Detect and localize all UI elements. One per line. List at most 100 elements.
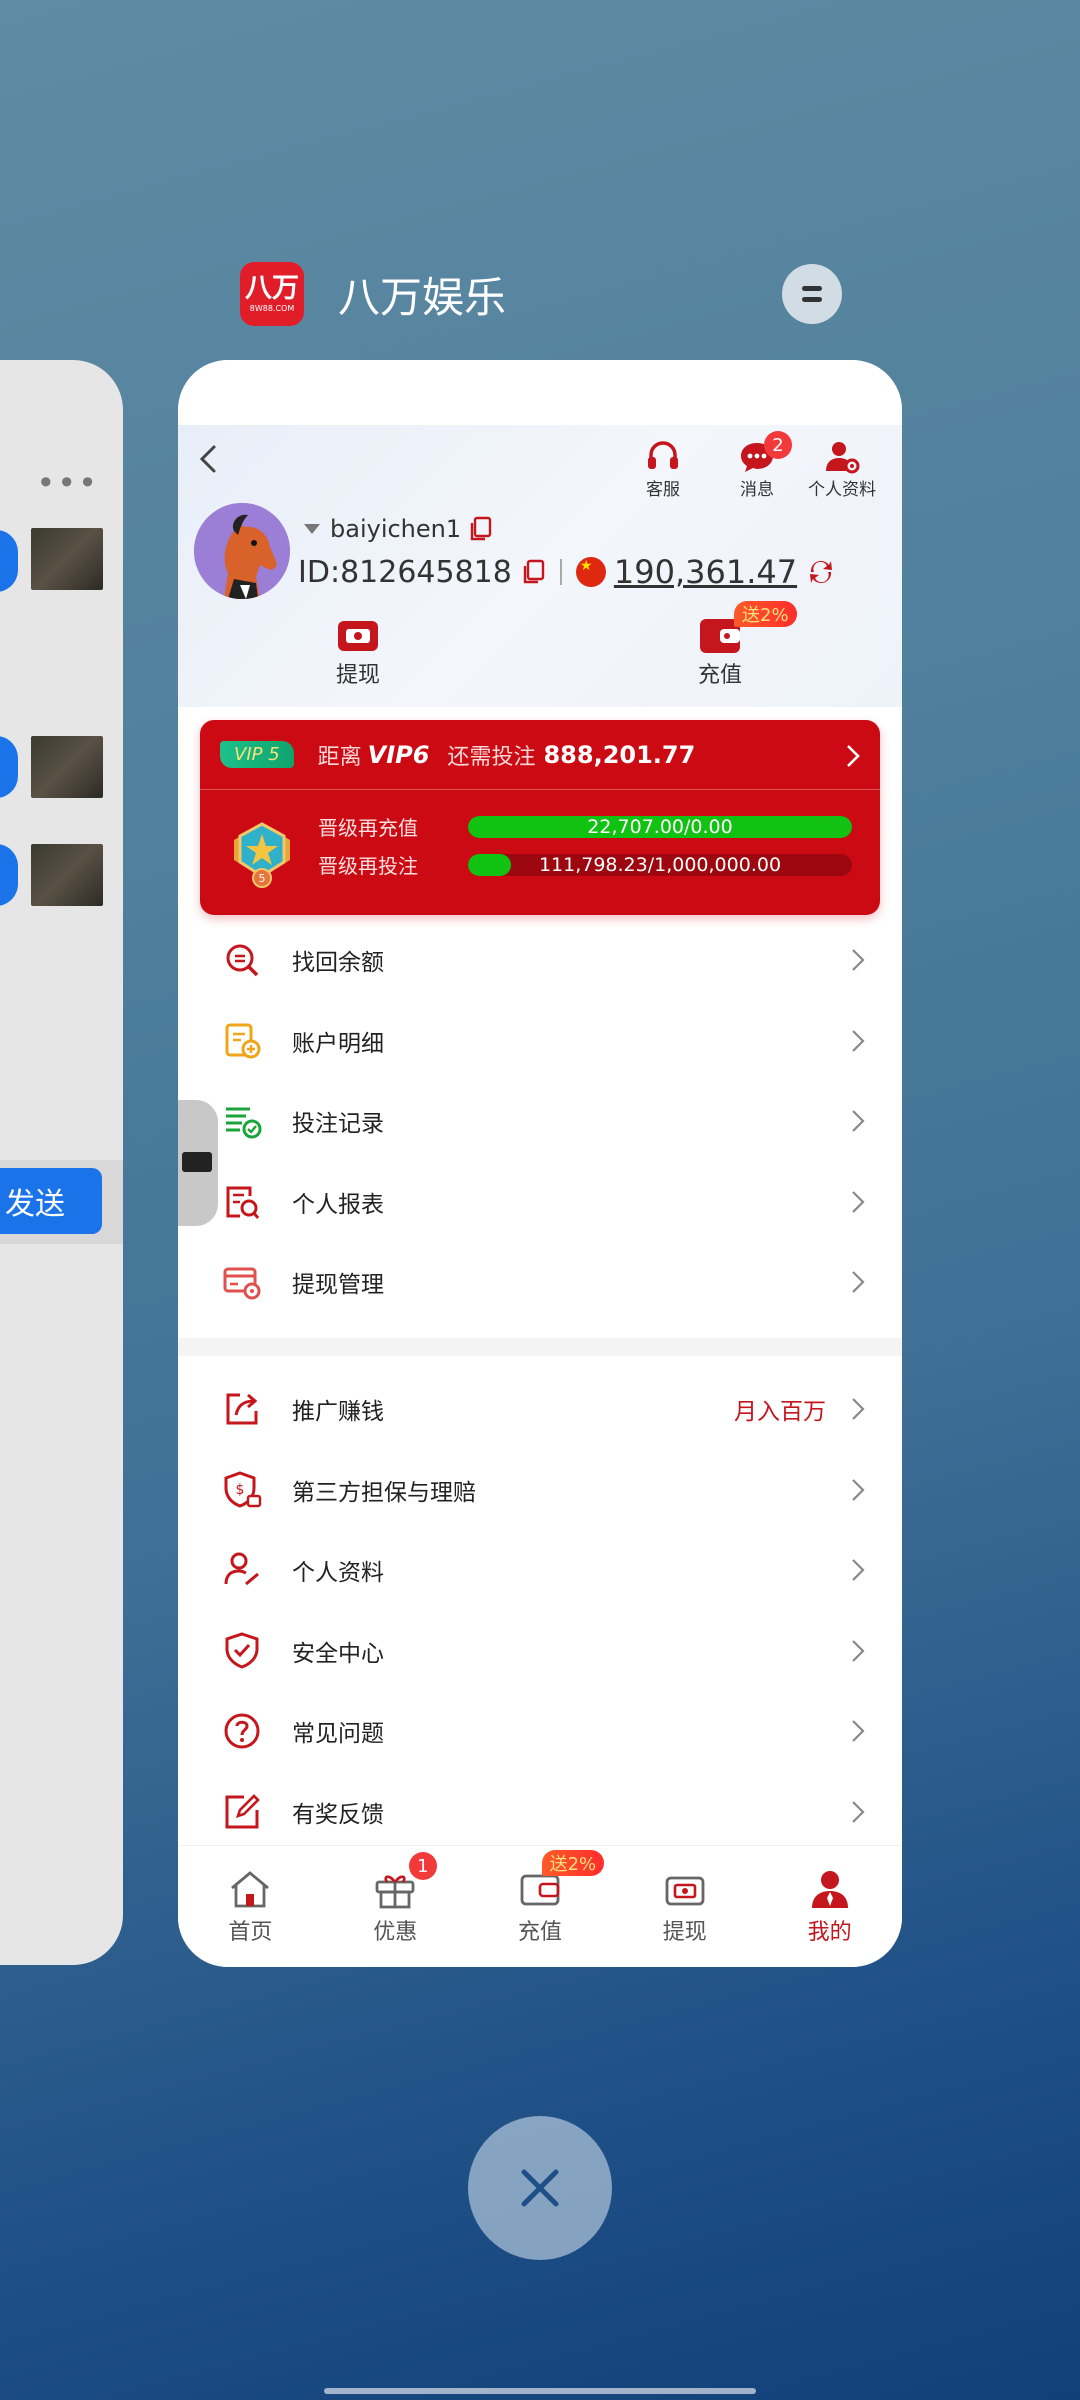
messages-badge: 2 xyxy=(764,431,792,459)
vip-deposit-progress-text: 22,707.00/0.00 xyxy=(587,815,733,838)
message-bubble xyxy=(0,844,18,906)
shield-check-icon xyxy=(225,1632,259,1669)
svg-text:$: $ xyxy=(236,1482,245,1498)
more-icon: ••• xyxy=(36,464,99,502)
menu-item-recover-balance[interactable]: 找回余额 xyxy=(178,920,902,1001)
bet-record-icon xyxy=(226,1107,262,1139)
profile-header: 客服 消息 2 个人资料 baiyichen1 ID: 812645818 ★ … xyxy=(178,425,902,707)
profile-icon xyxy=(811,1871,848,1908)
chevron-right-icon xyxy=(852,1478,865,1501)
copy-id-icon[interactable] xyxy=(522,559,546,585)
chevron-right-icon xyxy=(852,1110,865,1133)
vip-bet-progress-bar: 111,798.23/1,000,000.00 xyxy=(468,853,852,876)
menu-item-third-party-guarantee[interactable]: $ 第三方担保与理赔 xyxy=(178,1450,902,1531)
menu-item-bet-record[interactable]: 投注记录 xyxy=(178,1081,902,1162)
menu-line-icon xyxy=(802,286,822,291)
vip-progress-card[interactable]: VIP 5 距离 VIP6 还需投注 888,201.77 5 晋级再充值 22… xyxy=(200,720,880,915)
refresh-icon[interactable] xyxy=(805,556,837,588)
status-spacer xyxy=(178,360,902,425)
avatar[interactable] xyxy=(194,503,290,599)
menu-label: 安全中心 xyxy=(292,1640,384,1667)
app-card[interactable]: 客服 消息 2 个人资料 baiyichen1 ID: 812645818 ★ … xyxy=(178,360,902,1967)
svg-text:5: 5 xyxy=(259,872,266,885)
profile-settings-label: 个人资料 xyxy=(808,480,876,500)
menu-item-feedback[interactable]: 有奖反馈 xyxy=(178,1772,902,1853)
vip-deposit-progress-row: 晋级再充值 22,707.00/0.00 xyxy=(318,812,852,841)
horse-avatar-icon xyxy=(194,503,290,599)
withdraw-label: 提现 xyxy=(335,663,380,688)
back-icon[interactable] xyxy=(194,439,224,479)
shield-money-icon: $ xyxy=(224,1471,262,1508)
menu-item-faq[interactable]: 常见问题 xyxy=(178,1691,902,1772)
nav-deposit[interactable]: 充值 送2% xyxy=(468,1846,613,1967)
withdraw-icon xyxy=(338,621,378,651)
menu-item-personal-report[interactable]: 个人报表 xyxy=(178,1162,902,1243)
close-app-button[interactable] xyxy=(468,2116,612,2260)
nav-label: 优惠 xyxy=(373,1920,418,1945)
home-icon xyxy=(231,1871,270,1908)
balance[interactable]: 190,361.47 xyxy=(614,553,797,591)
menu-label: 个人资料 xyxy=(292,1560,384,1587)
left-app-card[interactable]: ••• 发送 xyxy=(0,360,123,1965)
avatar-thumbnail xyxy=(31,844,103,906)
nav-mine[interactable]: 我的 xyxy=(757,1846,902,1967)
user-id: 812645818 xyxy=(340,554,512,590)
deposit-promo-badge: 送2% xyxy=(734,601,797,627)
nav-withdraw[interactable]: 提现 xyxy=(612,1846,757,1967)
headset-icon xyxy=(648,441,678,469)
user-edit-icon xyxy=(224,1552,259,1586)
chevron-right-icon[interactable] xyxy=(844,742,862,770)
withdraw-manage-icon xyxy=(223,1267,261,1300)
vip-bet-progress-text: 111,798.23/1,000,000.00 xyxy=(538,853,782,876)
chevron-right-icon xyxy=(852,1639,865,1662)
floating-side-tab[interactable] xyxy=(178,1100,218,1226)
chevron-right-icon xyxy=(852,1800,865,1823)
chevron-right-icon xyxy=(852,1720,865,1743)
app-logo[interactable]: 八万 8W88.COM xyxy=(240,262,304,326)
vip-header: VIP 5 距离 VIP6 还需投注 888,201.77 xyxy=(200,720,880,790)
send-button[interactable]: 发送 xyxy=(0,1168,102,1234)
dropdown-arrow-icon[interactable] xyxy=(302,522,322,536)
nav-label: 充值 xyxy=(517,1920,562,1945)
menu-label: 个人报表 xyxy=(292,1191,384,1218)
share-icon xyxy=(226,1393,258,1425)
account-detail-icon xyxy=(225,1023,261,1059)
window-options-button[interactable] xyxy=(782,264,842,324)
messages-button[interactable]: 消息 2 xyxy=(738,431,792,500)
avatar-thumbnail xyxy=(31,736,103,798)
nav-label: 我的 xyxy=(807,1920,852,1945)
menu-label: 常见问题 xyxy=(292,1721,384,1748)
menu-item-profile[interactable]: 个人资料 xyxy=(178,1530,902,1611)
vip-medal-icon: 5 xyxy=(234,822,290,888)
menu-line-icon xyxy=(802,297,822,302)
search-money-icon xyxy=(226,944,259,977)
nav-promotions[interactable]: 优惠 1 xyxy=(323,1846,468,1967)
nav-home[interactable]: 首页 xyxy=(178,1846,323,1967)
copy-icon[interactable] xyxy=(469,516,493,542)
menu-item-account-detail[interactable]: 账户明细 xyxy=(178,1001,902,1082)
user-settings-icon xyxy=(826,442,860,474)
menu-item-withdraw-manage[interactable]: 提现管理 xyxy=(178,1242,902,1323)
app-logo-text: 八万 xyxy=(245,273,299,304)
vip-next-level: VIP6 xyxy=(367,740,430,769)
profile-settings-button[interactable]: 个人资料 xyxy=(808,439,876,500)
home-indicator[interactable] xyxy=(324,2388,756,2394)
app-header: 八万 8W88.COM 八万娱乐 xyxy=(240,262,506,326)
chevron-right-icon xyxy=(852,1271,865,1294)
vip-deposit-progress-label: 晋级再充值 xyxy=(318,816,418,840)
menu-item-promote[interactable]: 推广赚钱 月入百万 xyxy=(178,1369,902,1450)
customer-service-button[interactable]: 客服 xyxy=(644,439,682,500)
menu-label: 提现管理 xyxy=(292,1272,384,1299)
menu-label: 投注记录 xyxy=(292,1111,384,1138)
section-divider xyxy=(178,1338,902,1356)
promotions-badge: 1 xyxy=(408,1852,437,1880)
withdraw-icon xyxy=(665,1876,705,1906)
menu-item-security-center[interactable]: 安全中心 xyxy=(178,1611,902,1692)
withdraw-quick-button[interactable]: 提现 xyxy=(298,615,418,689)
tv-icon xyxy=(182,1152,212,1172)
menu-label: 有奖反馈 xyxy=(292,1801,384,1828)
menu-label: 找回余额 xyxy=(292,950,384,977)
chevron-right-icon xyxy=(852,1398,865,1421)
avatar-thumbnail xyxy=(31,528,103,590)
menu-label: 账户明细 xyxy=(292,1030,384,1057)
